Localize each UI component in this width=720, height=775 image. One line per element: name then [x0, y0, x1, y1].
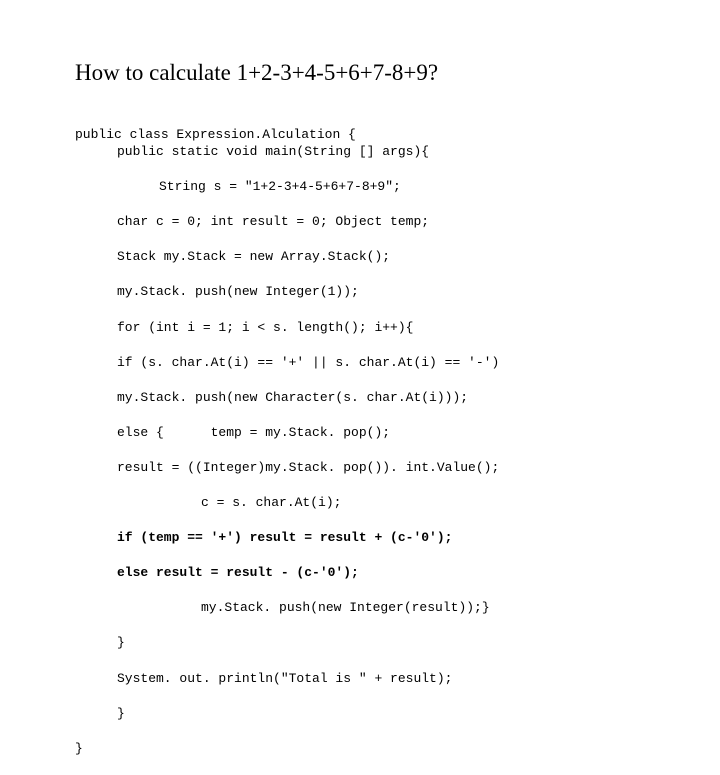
code-line: public class Expression.Alculation { [75, 127, 356, 142]
code-line: else result = result - (c-'0'); [75, 564, 645, 582]
code-line: Stack my.Stack = new Array.Stack(); [75, 248, 645, 266]
code-line: char c = 0; int result = 0; Object temp; [75, 213, 645, 231]
code-line: my.Stack. push(new Integer(result));} [75, 599, 645, 617]
code-block: public class Expression.Alculation { pub… [75, 108, 645, 775]
slide-content: How to calculate 1+2-3+4-5+6+7-8+9? publ… [0, 0, 720, 775]
code-line: if (s. char.At(i) == '+' || s. char.At(i… [75, 354, 645, 372]
slide-title: How to calculate 1+2-3+4-5+6+7-8+9? [75, 60, 645, 86]
code-line: my.Stack. push(new Character(s. char.At(… [75, 389, 645, 407]
code-line: } [75, 741, 83, 756]
code-line: } [75, 634, 645, 652]
code-line: System. out. println("Total is " + resul… [75, 670, 645, 688]
code-line: public static void main(String [] args){ [75, 143, 645, 161]
code-line: if (temp == '+') result = result + (c-'0… [75, 529, 645, 547]
code-line: for (int i = 1; i < s. length(); i++){ [75, 319, 645, 337]
code-line: c = s. char.At(i); [75, 494, 645, 512]
code-line: my.Stack. push(new Integer(1)); [75, 283, 645, 301]
code-line: result = ((Integer)my.Stack. pop()). int… [75, 459, 645, 477]
code-line: } [75, 705, 645, 723]
code-line: String s = "1+2-3+4-5+6+7-8+9"; [75, 178, 645, 196]
code-line: else { temp = my.Stack. pop(); [75, 424, 645, 442]
